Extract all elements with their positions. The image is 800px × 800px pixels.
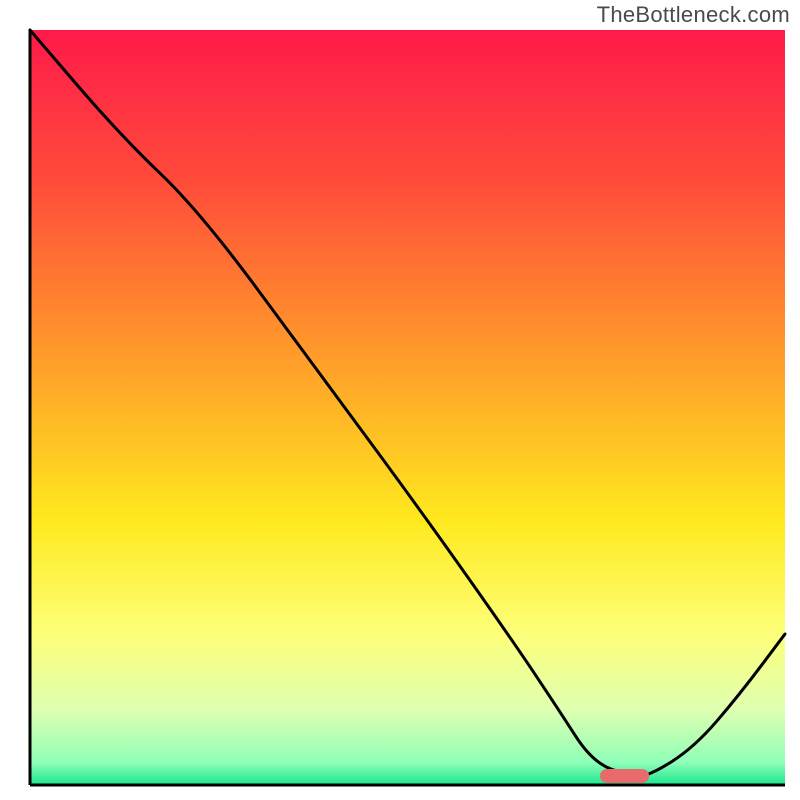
watermark-text: TheBottleneck.com	[597, 2, 790, 28]
optimal-range-marker	[600, 769, 649, 783]
chart-container: TheBottleneck.com	[0, 0, 800, 800]
gradient-background	[30, 30, 785, 785]
bottleneck-chart	[0, 0, 800, 800]
